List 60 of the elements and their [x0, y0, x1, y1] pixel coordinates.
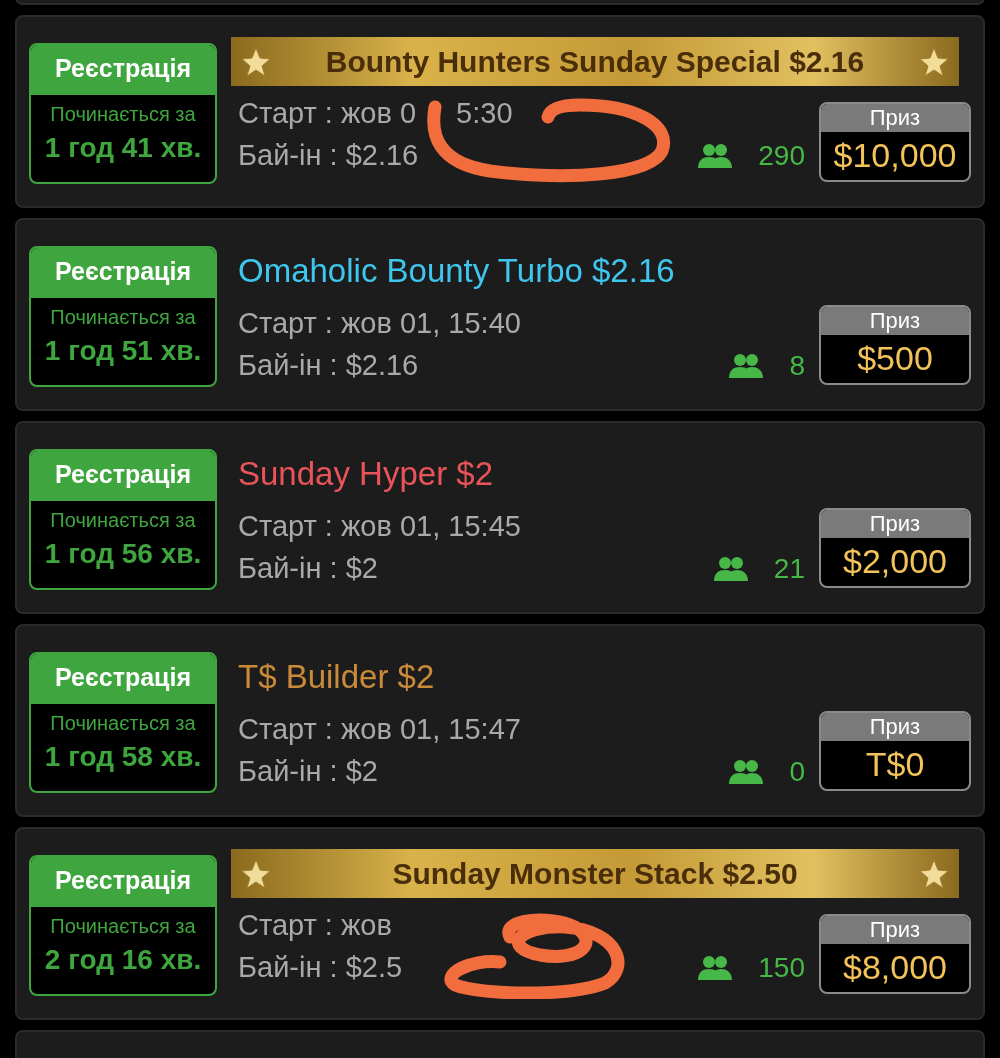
player-count: 8 [789, 350, 805, 382]
start-time: Старт : жов 01, 15:40 [238, 307, 521, 339]
starts-in-label: Починається за [50, 509, 196, 532]
prize-amount: $10,000 [833, 135, 957, 176]
start-time: Старт : жов 0 [238, 97, 417, 129]
status-label: Реєстрація [31, 451, 215, 501]
tournament-title[interactable]: Omaholic Bounty Turbo $2.16 [238, 252, 819, 298]
players-icon [729, 353, 764, 379]
players-icon [698, 955, 733, 981]
players-icon [729, 759, 764, 785]
status-label: Реєстрація [31, 857, 215, 907]
player-count: 21 [773, 553, 805, 585]
registration-badge[interactable]: Реєстрація Починається за 1 год 51 хв. [29, 246, 217, 387]
prize-label: Приз [821, 510, 969, 538]
countdown: 1 год 58 хв. [44, 741, 202, 773]
countdown: 1 год 51 хв. [44, 335, 202, 367]
buy-in: Бай-ін : $2 [238, 755, 378, 787]
tournament-title[interactable]: Bounty Hunters Sunday Special $2.16 [325, 44, 865, 79]
start-time: Старт : жов 01, 15:45 [238, 510, 521, 542]
starts-in-label: Починається за [50, 306, 196, 329]
buy-in: Бай-ін : $2.16 [238, 349, 419, 381]
prize-amount: $2,000 [843, 541, 947, 582]
tournament-title[interactable]: T$ Builder $2 [238, 658, 819, 704]
buy-in: Бай-ін : $2.16 [238, 139, 419, 171]
prize-amount: T$0 [865, 744, 925, 785]
star-icon [241, 858, 271, 889]
countdown: 1 год 41 хв. [44, 132, 202, 164]
registration-badge[interactable]: Реєстрація Починається за 2 год 16 хв. [29, 855, 217, 996]
start-time: Старт : жов 01, 15:47 [238, 713, 521, 745]
countdown: 1 год 56 хв. [44, 538, 202, 570]
star-icon [241, 46, 271, 77]
player-count: 150 [758, 952, 805, 984]
start-time: 5:30 [456, 97, 513, 129]
registration-badge[interactable]: Реєстрація Починається за 1 год 41 хв. [29, 43, 217, 184]
buy-in: Бай-ін : $2.5 [238, 951, 403, 983]
prize-label: Приз [821, 104, 969, 132]
tournament-title[interactable]: Sunday Monster Stack $2.50 [392, 856, 798, 891]
status-label: Реєстрація [31, 45, 215, 95]
players-icon [713, 556, 748, 582]
prize-label: Приз [821, 916, 969, 944]
starts-in-label: Починається за [50, 712, 196, 735]
start-time: Старт : жов [238, 909, 392, 941]
prize-label: Приз [821, 307, 969, 335]
player-count: 290 [758, 140, 805, 172]
status-label: Реєстрація [31, 654, 215, 704]
prize-amount: $8,000 [843, 947, 947, 988]
prize-label: Приз [821, 713, 969, 741]
prize-amount: $500 [857, 338, 933, 379]
starts-in-label: Починається за [50, 103, 196, 126]
tournament-title[interactable]: Sunday Hyper $2 [238, 455, 819, 501]
status-label: Реєстрація [31, 248, 215, 298]
star-icon [919, 46, 949, 77]
buy-in: Бай-ін : $2 [238, 552, 378, 584]
player-count: 0 [789, 756, 805, 788]
registration-badge[interactable]: Реєстрація Починається за 1 год 58 хв. [29, 652, 217, 793]
countdown: 2 год 16 хв. [44, 944, 202, 976]
star-icon [919, 858, 949, 889]
starts-in-label: Починається за [50, 915, 196, 938]
registration-badge[interactable]: Реєстрація Починається за 1 год 56 хв. [29, 449, 217, 590]
players-icon [698, 143, 733, 169]
